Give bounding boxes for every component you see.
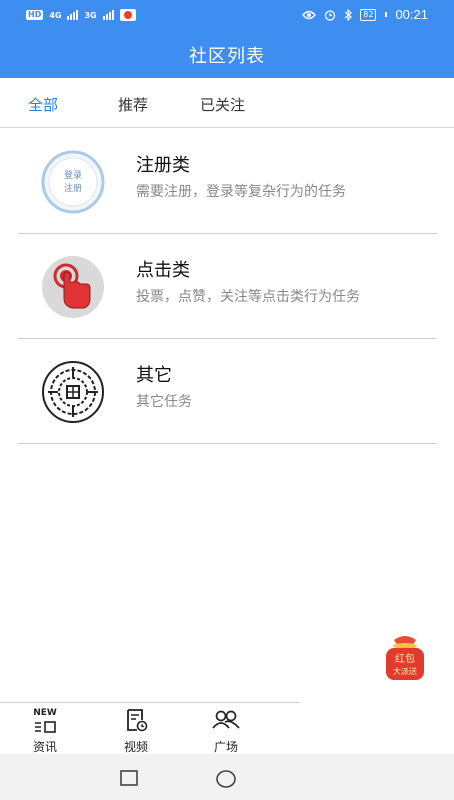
item-desc: 投票，点赞，关注等点击类行为任务	[136, 289, 360, 305]
tab-bar: 全部 推荐 已关注	[0, 78, 454, 128]
network-type-1: 4G	[49, 10, 62, 20]
finger-click-icon	[42, 256, 104, 318]
list-item-register[interactable]: 登录 注册 注册类 需要注册，登录等复杂行为的任务	[18, 129, 437, 234]
page-title: 社区列表	[189, 46, 265, 67]
recent-apps-square-icon[interactable]	[120, 770, 138, 786]
alarm-icon	[325, 9, 336, 21]
list-item-click[interactable]: 点击类 投票，点赞，关注等点击类行为任务	[18, 234, 437, 339]
signal-icon	[102, 10, 114, 20]
nav-video[interactable]: 视频	[106, 708, 166, 754]
icon-text-register: 注册	[64, 182, 82, 194]
signal-icon	[67, 10, 79, 20]
icon-text-login: 登录	[64, 170, 82, 181]
battery-icon: 82	[360, 8, 377, 21]
red-packet-line1: 红包	[395, 652, 415, 665]
app-header: HD 4G 3G 82 00:21 社区列表	[0, 0, 454, 78]
seal-pattern-icon	[42, 361, 104, 423]
battery-cap	[385, 12, 388, 17]
news-icon-text: NEW	[33, 708, 57, 718]
eye-icon	[302, 10, 317, 19]
status-time: 00:21	[395, 7, 428, 22]
item-title: 点击类	[136, 260, 190, 281]
battery-level: 82	[363, 9, 374, 19]
item-title: 其它	[136, 365, 172, 386]
login-register-badge-icon: 登录 注册	[41, 150, 105, 214]
notification-app-icon	[119, 9, 136, 21]
bottom-nav: NEW 资讯 视频 广场	[0, 702, 454, 754]
community-list: 登录 注册 注册类 需要注册，登录等复杂行为的任务 点击类 投票，点赞，关注等点…	[18, 129, 437, 444]
item-title: 注册类	[136, 155, 190, 176]
nav-label: 资讯	[32, 740, 57, 754]
status-bar: HD 4G 3G 82 00:21	[0, 0, 454, 30]
system-nav-bar	[0, 754, 454, 800]
red-packet-line2: 大派送	[393, 666, 417, 676]
bluetooth-icon	[344, 8, 353, 21]
nav-square[interactable]: 广场	[196, 708, 256, 754]
hd-badge: HD	[26, 10, 44, 20]
bottom-nav-divider	[0, 702, 300, 703]
tab-recommended[interactable]: 推荐	[118, 94, 148, 115]
nav-news[interactable]: NEW 资讯	[15, 708, 75, 754]
nav-label: 视频	[123, 740, 148, 754]
item-desc: 需要注册，登录等复杂行为的任务	[136, 184, 346, 200]
tab-followed[interactable]: 已关注	[200, 94, 245, 115]
network-type-2: 3G	[84, 10, 97, 20]
red-packet-float-button[interactable]: 红包 大派送	[380, 632, 430, 682]
list-item-other[interactable]: 其它 其它任务	[18, 339, 437, 444]
item-desc: 其它任务	[136, 394, 192, 410]
news-icon: NEW	[15, 708, 75, 733]
home-circle-icon[interactable]	[216, 770, 236, 788]
video-icon	[127, 709, 148, 732]
nav-label: 广场	[213, 740, 238, 754]
tab-all[interactable]: 全部	[28, 94, 58, 115]
people-icon	[212, 710, 240, 729]
